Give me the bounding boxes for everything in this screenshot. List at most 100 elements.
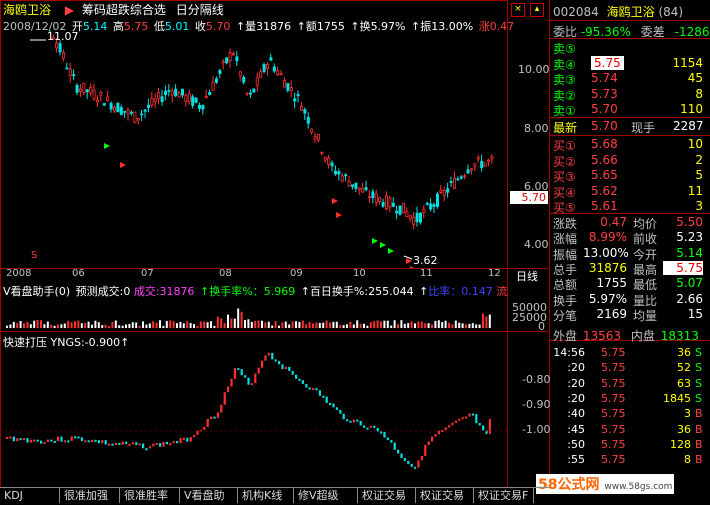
volume-bar: [359, 323, 362, 328]
oscillator-bar: [414, 466, 417, 469]
candle: [446, 188, 450, 193]
candle: [293, 98, 297, 102]
indicator-tab[interactable]: 很准加强: [60, 488, 120, 503]
signal-arrow: [388, 248, 394, 254]
oscillator-bar: [380, 431, 383, 434]
oscillator-bar: [274, 359, 277, 362]
oscillator-bar: [295, 374, 298, 379]
oscillator-bar: [135, 442, 138, 445]
oscillator-bar: [397, 449, 400, 454]
indicator-tab[interactable]: 权证交易B: [358, 488, 416, 503]
oscillator-bar: [33, 439, 36, 442]
oscillator-bar: [193, 434, 196, 438]
oscillator-bar: [23, 438, 26, 441]
candle: [432, 204, 436, 207]
tick-row[interactable]: :55 5.75 8 B: [553, 453, 705, 468]
volume-bar: [240, 311, 243, 328]
oscillator-bar: [165, 441, 168, 445]
candle: [79, 88, 83, 92]
oscillator-bar: [203, 426, 206, 430]
oscillator-bar: [91, 439, 94, 442]
candle: [214, 78, 218, 83]
tick-row[interactable]: :20 5.75 63 S: [553, 377, 705, 392]
volume-bar: [193, 324, 195, 328]
volume-bar: [169, 320, 172, 328]
indicator-name[interactable]: 筹码超跌综合选: [82, 3, 166, 17]
oscillator-bar: [230, 378, 233, 387]
candle: [55, 42, 59, 49]
tick-row[interactable]: :20 5.75 1845 S: [553, 392, 705, 407]
price-chart[interactable]: [0, 30, 508, 268]
indicator-tab[interactable]: V看盘助手: [180, 488, 238, 503]
volume-bar: [145, 324, 148, 328]
volume-chart[interactable]: [0, 298, 508, 330]
candle: [316, 134, 320, 141]
candle: [395, 210, 399, 214]
volume-bar: [206, 322, 209, 328]
candle: [242, 77, 246, 83]
volume-bar: [431, 324, 433, 328]
candle: [361, 188, 365, 193]
oscillator-bar: [434, 434, 437, 437]
tick-row[interactable]: :40 5.75 3 B: [553, 407, 705, 422]
play-icon[interactable]: ▶: [65, 3, 74, 17]
volume-bar: [468, 323, 471, 328]
candle: [72, 74, 76, 77]
tick-row[interactable]: :20 5.75 52 S: [553, 361, 705, 376]
candle: [170, 90, 174, 96]
candle: [218, 70, 222, 74]
fast-chart[interactable]: [0, 346, 508, 486]
candle: [282, 80, 286, 88]
oscillator-bar: [325, 396, 328, 403]
candle: [323, 156, 327, 161]
candle: [231, 53, 235, 56]
tick-row[interactable]: 14:56 5.75 36 S: [553, 346, 705, 361]
indicator-tab[interactable]: 机构K线: [238, 488, 294, 503]
volume-bar: [329, 322, 331, 328]
volume-bar: [210, 321, 212, 328]
volume-panel-title: V看盘助手(0) 预测成交:0 成交:31876 ↑换手率%：5.969 ↑百日…: [3, 285, 508, 298]
volume-bar: [131, 322, 134, 328]
oscillator-bar: [36, 439, 39, 442]
volume-bar: [356, 320, 359, 328]
indicator-tab[interactable]: 权证交易F: [416, 488, 474, 503]
signal-arrow: [372, 238, 378, 244]
outer-inner-row: 外盘 13563 内盘 18313: [553, 329, 699, 343]
candle: [442, 190, 446, 196]
candle: [140, 113, 144, 116]
indicator-tab[interactable]: 很准胜率: [120, 488, 180, 503]
candle: [473, 163, 477, 167]
close-icon[interactable]: ×: [511, 3, 525, 17]
volume-bar: [220, 318, 223, 328]
candle: [289, 87, 293, 92]
tick-row[interactable]: :50 5.75 128 B: [553, 438, 705, 453]
candle: [153, 98, 157, 103]
price-axis-tick: 4.00: [524, 238, 549, 251]
candle: [160, 96, 164, 103]
indicator-tab[interactable]: 修V超级MACD: [294, 488, 358, 503]
period-tab-daily[interactable]: 日线: [516, 268, 538, 284]
collapse-icon[interactable]: ▴: [530, 3, 544, 17]
candle: [89, 87, 93, 94]
oscillator-bar: [254, 373, 257, 384]
min-price-leader: [403, 255, 413, 260]
candle: [449, 181, 453, 184]
candle: [439, 190, 443, 193]
volume-bar: [43, 324, 46, 328]
indicator-tab[interactable]: KDJ: [0, 488, 60, 503]
volume-bar: [250, 321, 253, 328]
candle: [129, 111, 133, 114]
volume-bar: [60, 324, 63, 328]
candle: [136, 118, 140, 121]
volume-bar: [159, 320, 161, 328]
candle: [286, 83, 290, 91]
volume-bar: [23, 323, 25, 328]
volume-bar: [281, 322, 284, 328]
volume-bar: [424, 323, 427, 328]
oscillator-bar: [186, 437, 189, 442]
tick-row[interactable]: :45 5.75 36 B: [553, 423, 705, 438]
oscillator-bar: [284, 366, 287, 370]
indicator-tab[interactable]: 权证交易F: [474, 488, 534, 503]
candle: [269, 57, 273, 61]
volume-bar: [179, 322, 182, 328]
